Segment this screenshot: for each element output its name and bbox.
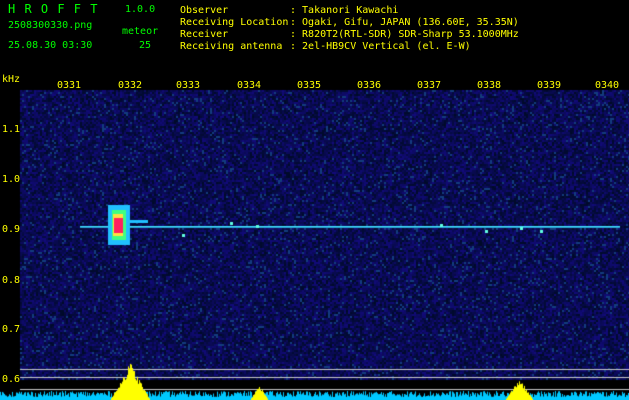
antenna-label: Receiving antenna — [180, 41, 283, 52]
x-tick-label: 0333 — [175, 80, 201, 91]
x-tick-label: 0334 — [236, 80, 262, 91]
x-tick-label: 0340 — [594, 80, 620, 91]
date-time: 25.08.30 03:30 — [8, 40, 93, 51]
app-name: H R O F F T — [8, 2, 99, 16]
x-tick-label: 0336 — [356, 80, 382, 91]
x-tick-label: 0335 — [296, 80, 322, 91]
receiver-value: : R820T2(RTL-SDR) SDR-Sharp 53.1000MHz — [290, 29, 519, 40]
x-tick-label: 0339 — [536, 80, 562, 91]
observer-value: : Takanori Kawachi — [290, 5, 399, 16]
app-version: 1.0.0 — [125, 4, 156, 15]
x-tick-label: 0337 — [416, 80, 442, 91]
header-panel: H R O F F T 1.0.0 2508300330.png meteor … — [0, 0, 629, 73]
x-tick-label: 0332 — [117, 80, 143, 91]
meteor-label: meteor — [122, 26, 159, 37]
x-tick-label: 0331 — [56, 80, 82, 91]
location-value: : Ogaki, Gifu, JAPAN (136.60E, 35.35N) — [290, 17, 519, 28]
observer-label: Observer — [180, 5, 229, 16]
file-name: 2508300330.png — [8, 20, 93, 31]
y-tick-label: 0.7 — [2, 324, 21, 335]
y-tick-label: 0.9 — [2, 224, 21, 235]
y-tick-label: 0.8 — [2, 275, 21, 286]
meteor-count: 25 — [139, 40, 152, 51]
location-label: Receiving Location — [180, 17, 289, 28]
antenna-value: : 2el-HB9CV Vertical (el. E-W) — [290, 41, 471, 52]
y-tick-label: 0.6 — [2, 374, 21, 385]
y-tick-label: 1.1 — [2, 124, 21, 135]
y-axis-unit: kHz — [2, 74, 21, 85]
receiver-label: Receiver — [180, 29, 229, 40]
y-tick-label: 1.0 — [2, 174, 21, 185]
x-tick-label: 0338 — [476, 80, 502, 91]
